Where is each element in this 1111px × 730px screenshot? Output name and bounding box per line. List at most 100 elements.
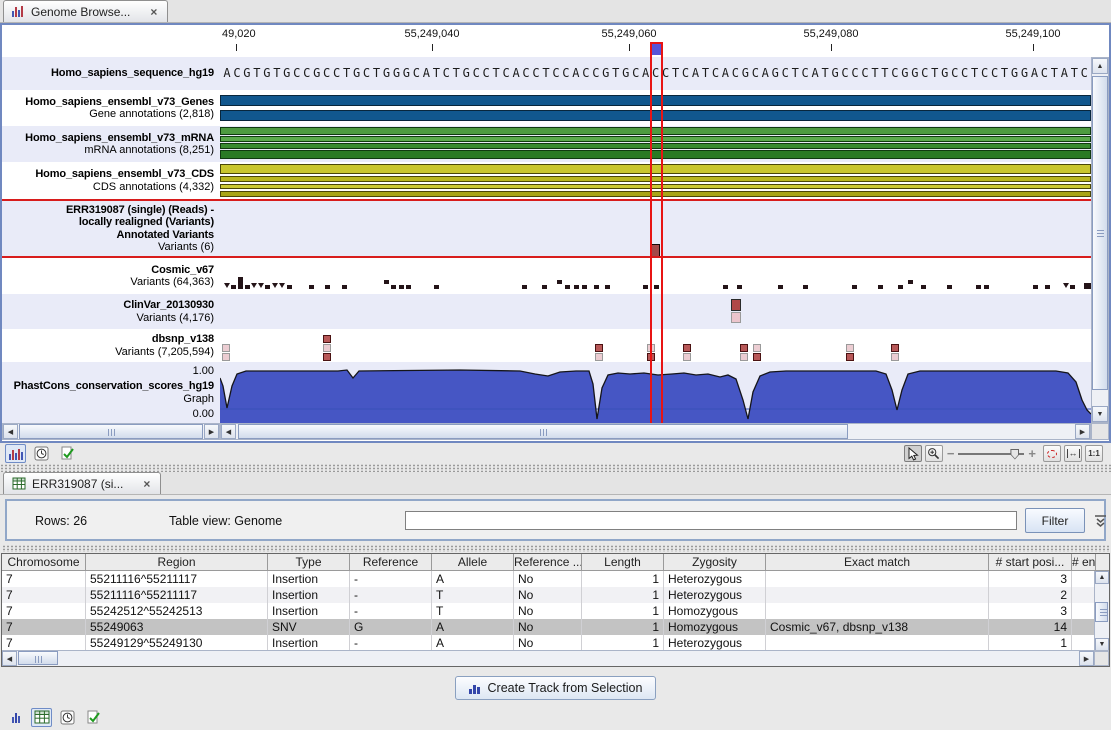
track-label-mrna[interactable]: Homo_sapiens_ensembl_v73_mRNA mRNA annot… bbox=[2, 126, 220, 162]
table-cell[interactable] bbox=[1072, 571, 1096, 587]
table-view-mode-button[interactable] bbox=[31, 708, 52, 727]
table-cell[interactable]: 3 bbox=[989, 603, 1072, 619]
table-row[interactable]: 755211116^55211117Insertion-TNo1Heterozy… bbox=[2, 587, 1109, 603]
scroll-up-icon[interactable]: ▲ bbox=[1095, 571, 1109, 584]
zoom-to-selection-button[interactable] bbox=[1043, 445, 1061, 462]
scroll-thumb[interactable] bbox=[18, 651, 58, 665]
column-header[interactable]: # start posi... bbox=[989, 554, 1072, 570]
table-cell[interactable]: Insertion bbox=[268, 571, 350, 587]
table-cell[interactable]: 55211116^55211117 bbox=[86, 571, 268, 587]
table-cell[interactable]: - bbox=[350, 587, 432, 603]
scroll-left-icon[interactable]: ◀ bbox=[2, 651, 17, 666]
table-cell[interactable]: No bbox=[514, 603, 582, 619]
table-hscroll-track[interactable] bbox=[17, 651, 1079, 666]
table-cell[interactable]: Insertion bbox=[268, 635, 350, 651]
filter-input[interactable] bbox=[405, 511, 1017, 530]
track-label-cds[interactable]: Homo_sapiens_ensembl_v73_CDS CDS annotat… bbox=[2, 162, 220, 199]
table-cell[interactable]: 2 bbox=[989, 587, 1072, 603]
table-row[interactable]: 755211116^55211117Insertion-ANo1Heterozy… bbox=[2, 571, 1109, 587]
track-label-genes[interactable]: Homo_sapiens_ensembl_v73_Genes Gene anno… bbox=[2, 90, 220, 126]
table-cell[interactable]: 1 bbox=[582, 635, 664, 651]
history-view-button[interactable] bbox=[57, 708, 78, 727]
table-cell[interactable]: 14 bbox=[989, 619, 1072, 635]
table-cell[interactable]: T bbox=[432, 603, 514, 619]
browser-vscroll-track[interactable] bbox=[1092, 74, 1108, 406]
table-cell[interactable] bbox=[1072, 587, 1096, 603]
filter-button[interactable]: Filter bbox=[1025, 508, 1085, 533]
table-cell[interactable]: 7 bbox=[2, 603, 86, 619]
scroll-down-icon[interactable]: ▼ bbox=[1092, 406, 1108, 422]
scroll-thumb[interactable] bbox=[1095, 602, 1108, 622]
scroll-right-icon[interactable]: ▶ bbox=[1079, 651, 1094, 666]
table-cell[interactable]: 1 bbox=[582, 603, 664, 619]
track-label-phastcons[interactable]: 1.00 PhastCons_conservation_scores_hg19 … bbox=[2, 362, 220, 423]
table-cell[interactable]: 55242512^55242513 bbox=[86, 603, 268, 619]
table-cell[interactable]: 1 bbox=[989, 635, 1072, 651]
table-row[interactable]: 755249129^55249130Insertion-ANo1Heterozy… bbox=[2, 635, 1109, 651]
table-cell[interactable]: Homozygous bbox=[664, 619, 766, 635]
table-cell[interactable]: - bbox=[350, 603, 432, 619]
scroll-right-icon[interactable]: ▶ bbox=[204, 424, 219, 439]
table-cell[interactable]: 55249129^55249130 bbox=[86, 635, 268, 651]
label-horizontal-scrollbar[interactable]: ◀ ▶ bbox=[2, 423, 220, 440]
track-label-clinvar[interactable]: ClinVar_20130930 Variants (4,176) bbox=[2, 294, 220, 329]
table-cell[interactable]: A bbox=[432, 619, 514, 635]
fit-width-button[interactable]: ↔ bbox=[1064, 445, 1082, 462]
scroll-left-icon[interactable]: ◀ bbox=[3, 424, 18, 439]
tab-variant-table[interactable]: ERR319087 (si... × bbox=[3, 472, 161, 494]
track-label-sequence[interactable]: Homo_sapiens_sequence_hg19 bbox=[2, 57, 220, 90]
create-track-button[interactable]: Create Track from Selection bbox=[455, 676, 657, 700]
table-cell[interactable] bbox=[766, 635, 989, 651]
table-cell[interactable]: No bbox=[514, 635, 582, 651]
table-horizontal-scrollbar[interactable]: ◀ ▶ bbox=[2, 650, 1109, 666]
table-cell[interactable] bbox=[766, 571, 989, 587]
track-horizontal-scrollbar[interactable]: ◀ ▶ bbox=[220, 423, 1091, 440]
table-cell[interactable]: 7 bbox=[2, 635, 86, 651]
table-vscroll-track[interactable] bbox=[1095, 584, 1109, 638]
table-cell[interactable]: Homozygous bbox=[664, 603, 766, 619]
zoom-100-button[interactable]: 1:1 bbox=[1085, 445, 1103, 462]
browser-vertical-scrollbar[interactable]: ▲ ▼ bbox=[1091, 57, 1109, 423]
table-cell[interactable]: No bbox=[514, 587, 582, 603]
scroll-left-icon[interactable]: ◀ bbox=[221, 424, 236, 439]
scroll-thumb[interactable] bbox=[19, 424, 203, 439]
column-header[interactable]: Zygosity bbox=[664, 554, 766, 570]
tab-close-icon[interactable]: × bbox=[150, 5, 157, 19]
table-cell[interactable]: Heterozygous bbox=[664, 571, 766, 587]
table-cell[interactable]: 7 bbox=[2, 619, 86, 635]
zoom-in-icon[interactable]: + bbox=[1028, 447, 1036, 460]
track-label-cosmic[interactable]: Cosmic_v67 Variants (64,363) bbox=[2, 258, 220, 294]
table-cell[interactable]: A bbox=[432, 635, 514, 651]
zoom-out-icon[interactable]: − bbox=[947, 447, 955, 460]
table-cell[interactable]: Insertion bbox=[268, 587, 350, 603]
table-cell[interactable]: No bbox=[514, 571, 582, 587]
zoom-slider-handle[interactable] bbox=[1010, 449, 1019, 460]
table-cell[interactable]: A bbox=[432, 571, 514, 587]
tab-genome-browser[interactable]: Genome Browse... × bbox=[3, 0, 168, 22]
track-view-mode-button[interactable] bbox=[5, 708, 26, 727]
table-cell[interactable] bbox=[1072, 603, 1096, 619]
table-cell[interactable]: T bbox=[432, 587, 514, 603]
table-vertical-scrollbar[interactable]: ▲ ▼ bbox=[1094, 571, 1109, 651]
table-cell[interactable]: 3 bbox=[989, 571, 1072, 587]
column-header[interactable]: Reference bbox=[350, 554, 432, 570]
table-cell[interactable]: Heterozygous bbox=[664, 587, 766, 603]
table-cell[interactable]: 7 bbox=[2, 587, 86, 603]
table-cell[interactable]: 7 bbox=[2, 571, 86, 587]
column-header[interactable]: # en bbox=[1072, 554, 1096, 570]
table-cell[interactable]: SNV bbox=[268, 619, 350, 635]
table-cell[interactable]: 55211116^55211117 bbox=[86, 587, 268, 603]
pointer-tool-button[interactable] bbox=[904, 445, 922, 462]
table-cell[interactable]: No bbox=[514, 619, 582, 635]
tab-close-icon[interactable]: × bbox=[143, 477, 150, 491]
table-cell[interactable]: Cosmic_v67, dbsnp_v138 bbox=[766, 619, 989, 635]
track-label-err319087[interactable]: ERR319087 (single) (Reads) - locally rea… bbox=[2, 201, 220, 256]
table-cell[interactable]: G bbox=[350, 619, 432, 635]
track-label-dbsnp[interactable]: dbsnp_v138 Variants (7,205,594) bbox=[2, 329, 220, 362]
scroll-thumb[interactable] bbox=[238, 424, 848, 439]
scroll-right-icon[interactable]: ▶ bbox=[1075, 424, 1090, 439]
scroll-up-icon[interactable]: ▲ bbox=[1092, 58, 1108, 74]
element-info-button[interactable] bbox=[83, 708, 104, 727]
column-header[interactable]: Region bbox=[86, 554, 268, 570]
column-header[interactable]: Length bbox=[582, 554, 664, 570]
